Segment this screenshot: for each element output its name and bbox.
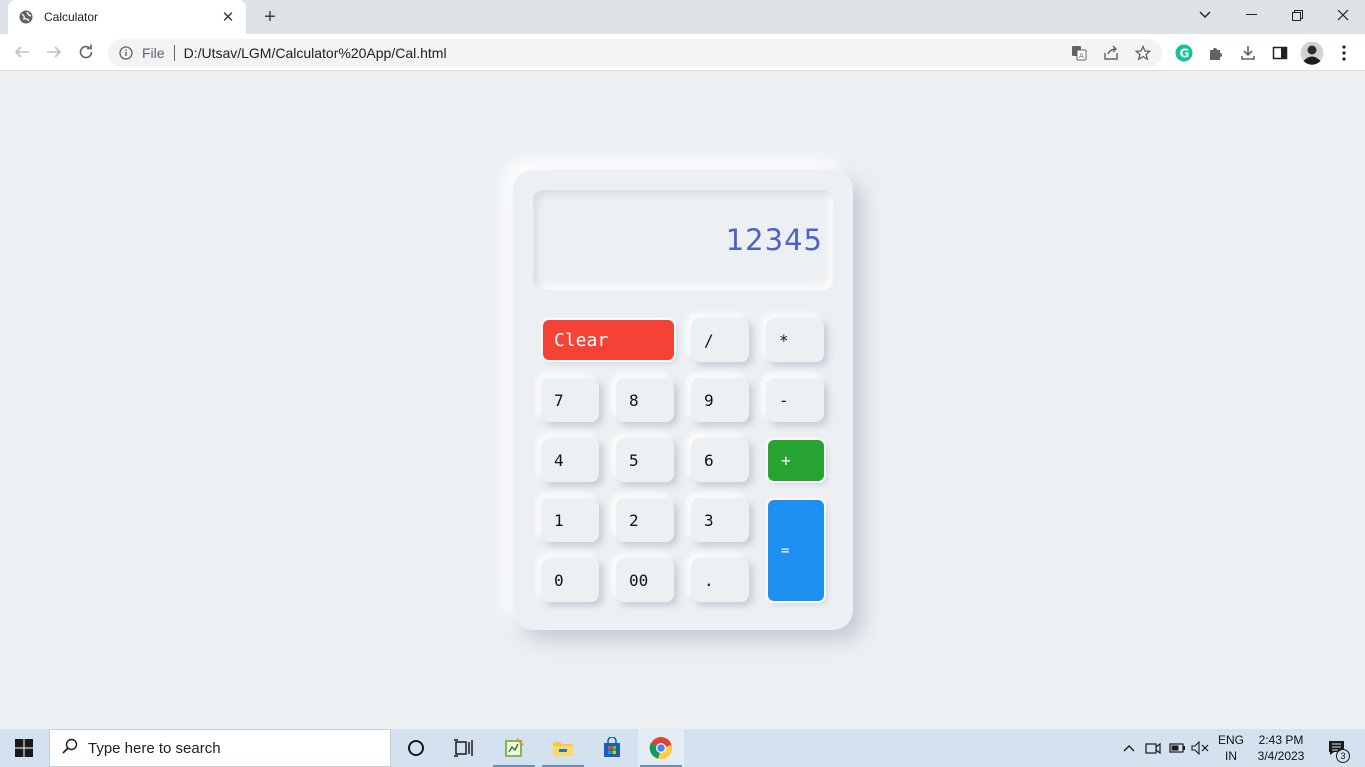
- browser-tab[interactable]: Calculator ✕: [8, 0, 246, 34]
- globe-icon: [18, 9, 34, 25]
- clock-date: 3/4/2023: [1257, 749, 1305, 763]
- equals-button[interactable]: =: [768, 500, 824, 601]
- profile-avatar[interactable]: [1300, 41, 1324, 65]
- multiply-button[interactable]: *: [766, 318, 824, 362]
- calculator: 12345 Clear / * 7 8 9 - 4 5 6 + 1 2 3 = …: [513, 170, 853, 630]
- one-button[interactable]: 1: [541, 498, 599, 542]
- eight-button[interactable]: 8: [616, 378, 674, 422]
- battery-icon[interactable]: [1166, 729, 1188, 767]
- calculator-display: 12345: [533, 190, 833, 290]
- nine-button[interactable]: 9: [691, 378, 749, 422]
- chrome-menu-icon[interactable]: [1334, 43, 1354, 63]
- decimal-button[interactable]: .: [691, 558, 749, 602]
- notification-count-badge: 3: [1336, 749, 1350, 763]
- windows-taskbar: Type here to search ENG IN 2:43 PM 3/4/2…: [0, 729, 1365, 767]
- minus-button[interactable]: -: [766, 378, 824, 422]
- task-view-icon[interactable]: [440, 729, 486, 767]
- reload-icon[interactable]: [74, 40, 98, 64]
- zero-button[interactable]: 0: [541, 558, 599, 602]
- language-indicator[interactable]: ENG IN: [1214, 729, 1248, 767]
- double-zero-button[interactable]: 00: [616, 558, 674, 602]
- info-icon[interactable]: [118, 45, 134, 61]
- volume-muted-icon[interactable]: [1189, 729, 1211, 767]
- seven-button[interactable]: 7: [541, 378, 599, 422]
- extensions-puzzle-icon[interactable]: [1206, 43, 1226, 63]
- notepad-app-icon[interactable]: [491, 729, 537, 767]
- share-icon[interactable]: [1103, 45, 1119, 61]
- clock-time: 2:43 PM: [1258, 733, 1304, 747]
- three-button[interactable]: 3: [691, 498, 749, 542]
- taskbar-search-box[interactable]: Type here to search: [49, 729, 391, 767]
- display-value: 12345: [725, 223, 823, 257]
- tab-strip: Calculator ✕ +: [0, 0, 1365, 34]
- region-label: IN: [1225, 749, 1237, 763]
- file-explorer-icon[interactable]: [540, 729, 586, 767]
- five-button[interactable]: 5: [616, 438, 674, 482]
- bookmark-star-icon[interactable]: [1135, 45, 1151, 61]
- new-tab-button[interactable]: +: [258, 5, 282, 29]
- svg-text:G: G: [1180, 47, 1190, 61]
- restore-icon[interactable]: [1277, 0, 1317, 30]
- forward-arrow-icon[interactable]: [42, 40, 66, 64]
- language-label: ENG: [1217, 733, 1244, 747]
- browser-toolbar: File D:/Utsav/LGM/Calculator%20App/Cal.h…: [0, 34, 1365, 71]
- meet-now-icon[interactable]: [1142, 729, 1164, 767]
- tab-close-icon[interactable]: ✕: [220, 9, 236, 26]
- back-arrow-icon[interactable]: [10, 40, 34, 64]
- translate-icon[interactable]: A: [1071, 45, 1087, 61]
- divide-button[interactable]: /: [691, 318, 749, 362]
- url-text[interactable]: D:/Utsav/LGM/Calculator%20App/Cal.html: [184, 45, 447, 61]
- cortana-circle-icon[interactable]: [393, 729, 439, 767]
- window-close-icon[interactable]: [1323, 0, 1363, 30]
- minimize-icon[interactable]: [1231, 0, 1271, 30]
- url-scheme-label: File: [142, 45, 165, 61]
- show-hidden-icons-chevron-icon[interactable]: [1118, 729, 1140, 767]
- tab-search-chevron-icon[interactable]: [1185, 0, 1225, 30]
- grammarly-icon[interactable]: G: [1174, 43, 1194, 63]
- svg-text:A: A: [1079, 52, 1084, 60]
- side-panel-icon[interactable]: [1270, 43, 1290, 63]
- four-button[interactable]: 4: [541, 438, 599, 482]
- clear-button[interactable]: Clear: [543, 320, 674, 360]
- tab-title: Calculator: [44, 10, 99, 24]
- search-placeholder: Type here to search: [88, 739, 221, 757]
- url-divider: [173, 45, 175, 61]
- action-center-icon[interactable]: 3: [1322, 729, 1352, 767]
- six-button[interactable]: 6: [691, 438, 749, 482]
- windows-start-icon[interactable]: [0, 729, 48, 767]
- microsoft-store-icon[interactable]: [589, 729, 635, 767]
- plus-button[interactable]: +: [768, 440, 824, 481]
- clock[interactable]: 2:43 PM 3/4/2023: [1252, 729, 1310, 767]
- search-icon: [62, 738, 78, 759]
- address-bar[interactable]: File D:/Utsav/LGM/Calculator%20App/Cal.h…: [108, 39, 1162, 67]
- two-button[interactable]: 2: [616, 498, 674, 542]
- download-icon[interactable]: [1238, 43, 1258, 63]
- chrome-app-icon[interactable]: [638, 729, 684, 767]
